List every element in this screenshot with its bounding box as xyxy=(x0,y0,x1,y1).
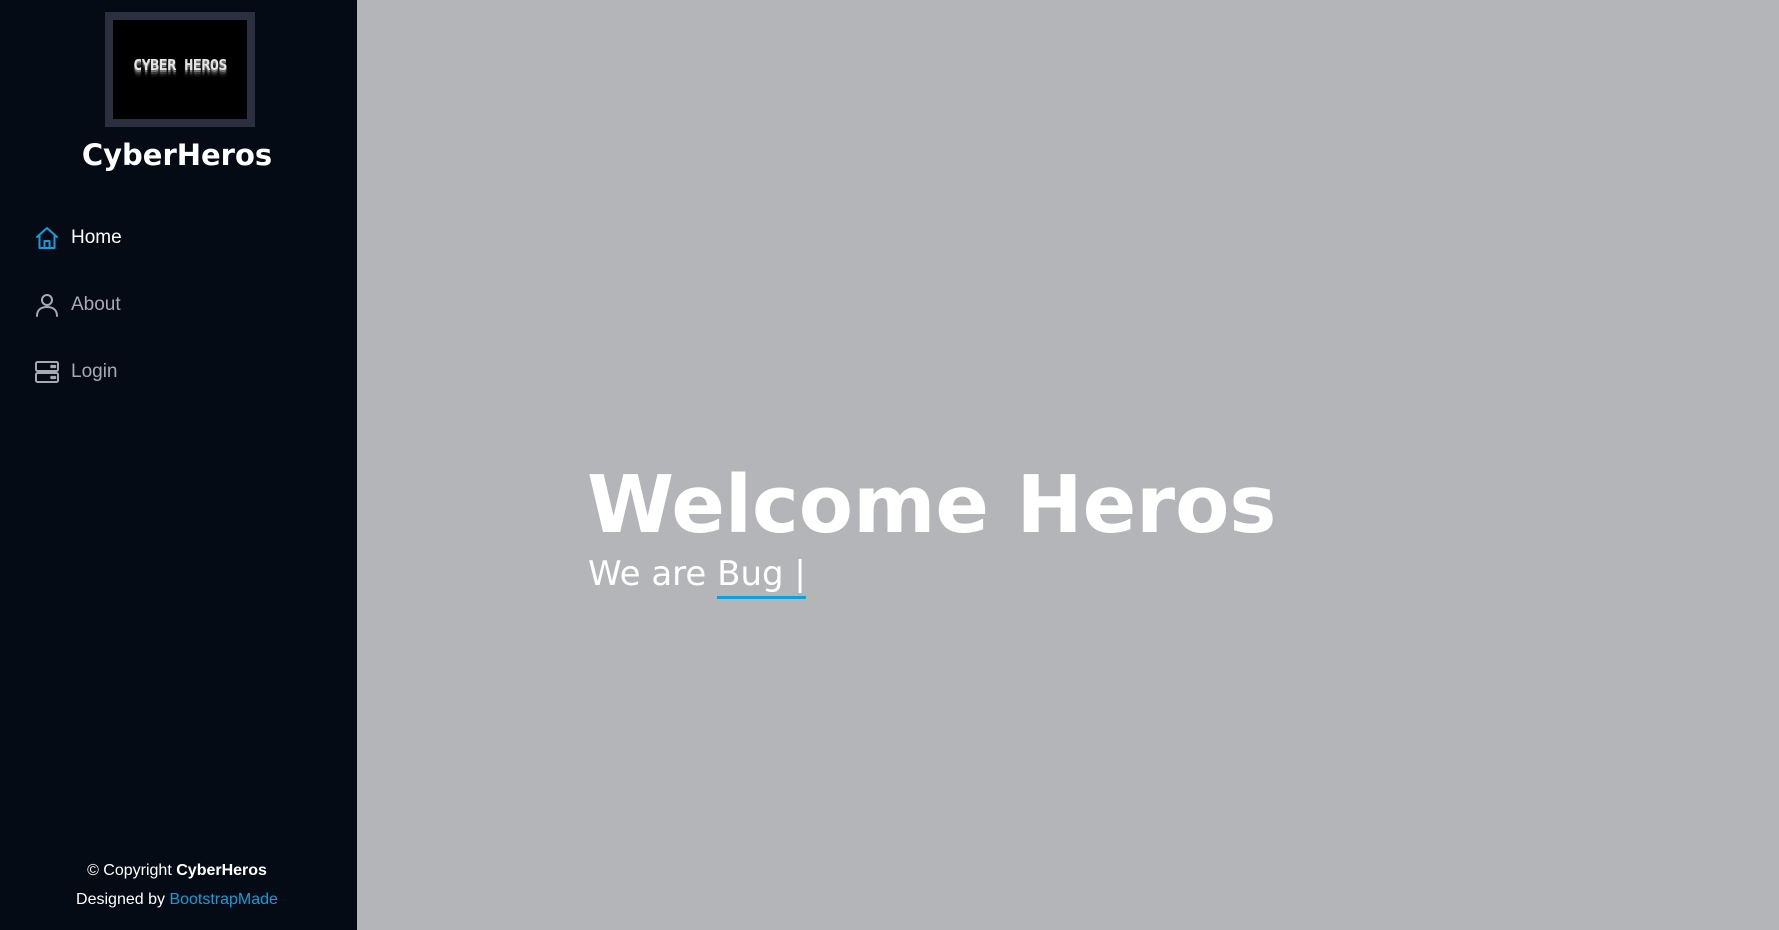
credits: Designed by BootstrapMade xyxy=(0,891,354,909)
home-icon xyxy=(34,225,60,251)
site-name[interactable]: CyberHeros xyxy=(0,137,354,173)
copyright-brand: CyberHeros xyxy=(176,862,267,879)
nav-item-home[interactable]: Home xyxy=(34,221,122,255)
copyright-prefix: © Copyright xyxy=(87,862,172,879)
page: CYBER HEROS CyberHeros Home About Login … xyxy=(0,0,1779,930)
logo-text: CYBER HEROS xyxy=(133,56,227,74)
hero-title: Welcome Heros xyxy=(587,459,1277,551)
nav-label-about: About xyxy=(71,294,121,315)
person-icon xyxy=(34,292,60,318)
hero-subtitle: We are Bug | xyxy=(588,553,806,599)
designed-by-prefix: Designed by xyxy=(76,891,165,908)
copyright: © Copyright CyberHeros xyxy=(0,862,354,880)
nav-item-login[interactable]: Login xyxy=(34,355,118,389)
nav-item-about[interactable]: About xyxy=(34,288,121,322)
nav-label-login: Login xyxy=(71,361,118,382)
bootstrapmade-link[interactable]: BootstrapMade xyxy=(169,891,278,908)
profile-logo[interactable]: CYBER HEROS xyxy=(105,12,255,127)
typed-text: Bug | xyxy=(717,554,806,599)
hero-subtitle-prefix: We are xyxy=(588,554,707,594)
sidebar: CYBER HEROS CyberHeros Home About Login … xyxy=(0,0,357,930)
server-icon xyxy=(34,359,60,385)
nav-label-home: Home xyxy=(71,227,122,248)
